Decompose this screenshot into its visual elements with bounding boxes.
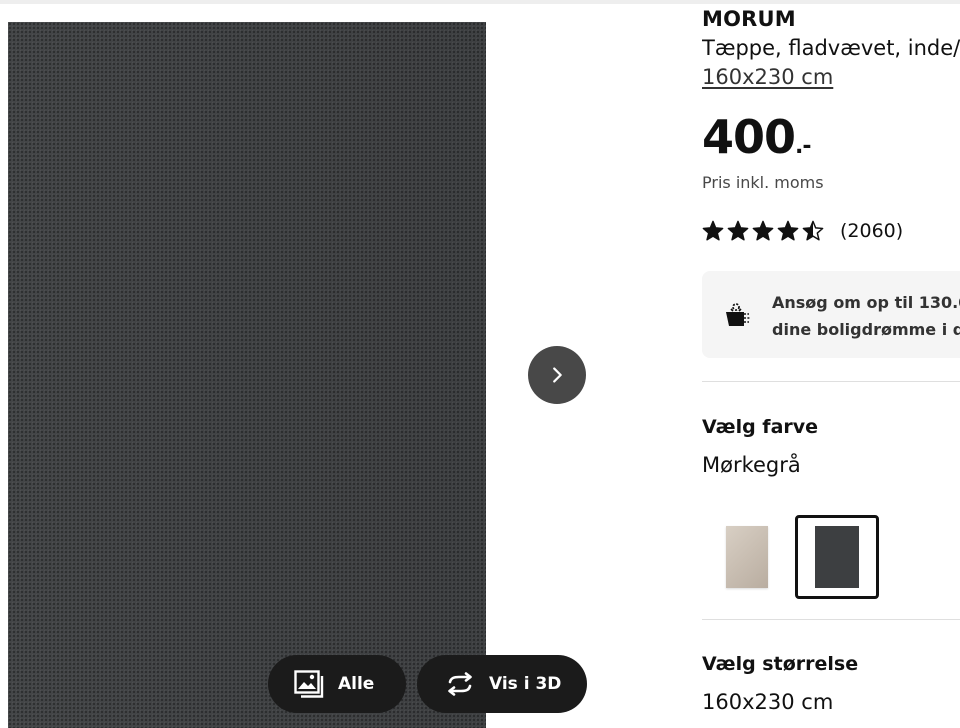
size-label: Vælg størrelse [702, 653, 859, 675]
price-suffix: .- [795, 134, 811, 159]
color-swatch-dark-grey[interactable] [795, 515, 879, 599]
view-in-3d-label: Vis i 3D [489, 674, 562, 694]
view-all-label: Alle [338, 674, 375, 694]
product-gallery: Alle Vis i 3D [0, 4, 620, 728]
next-image-button[interactable] [528, 346, 586, 404]
view-in-3d-button[interactable]: Vis i 3D [417, 655, 587, 713]
product-info-panel: MORUM Tæppe, fladvævet, inde/ 160x230 cm… [702, 0, 960, 725]
product-size-link[interactable]: 160x230 cm [702, 65, 833, 89]
product-description: Tæppe, fladvævet, inde/ [702, 36, 960, 60]
financing-promo-card[interactable]: Ansøg om op til 130.00 dine boligdrømme … [702, 271, 960, 358]
rating-stars [702, 220, 824, 242]
selected-size[interactable]: 160x230 cm [702, 690, 833, 714]
star-full-icon [752, 220, 774, 241]
promo-line-1: Ansøg om op til 130.00 [772, 293, 960, 312]
chevron-right-icon [553, 367, 562, 383]
swatch-image-dark-grey [815, 526, 859, 588]
product-rating[interactable]: (2060) [702, 220, 903, 242]
product-image [8, 22, 486, 728]
star-full-icon [777, 220, 799, 241]
rotate-3d-icon [445, 672, 475, 696]
star-half-icon [802, 220, 824, 241]
color-label: Vælg farve [702, 416, 819, 438]
price-main: 400 [702, 110, 796, 164]
product-name: MORUM [702, 7, 796, 31]
divider [702, 619, 960, 620]
product-price: 400.- [702, 110, 812, 164]
color-swatch-beige[interactable] [705, 515, 789, 599]
view-all-images-button[interactable]: Alle [268, 655, 406, 713]
piggy-bank-icon [722, 302, 752, 332]
star-full-icon [702, 220, 724, 241]
price-note: Pris inkl. moms [702, 173, 824, 192]
review-count: (2060) [840, 220, 904, 242]
selected-color: Mørkegrå [702, 453, 801, 477]
divider [702, 381, 960, 382]
star-full-icon [727, 220, 749, 241]
image-gallery-icon [294, 670, 324, 698]
promo-line-2: dine boligdrømme i da [772, 320, 960, 339]
swatch-image-beige [726, 526, 768, 588]
